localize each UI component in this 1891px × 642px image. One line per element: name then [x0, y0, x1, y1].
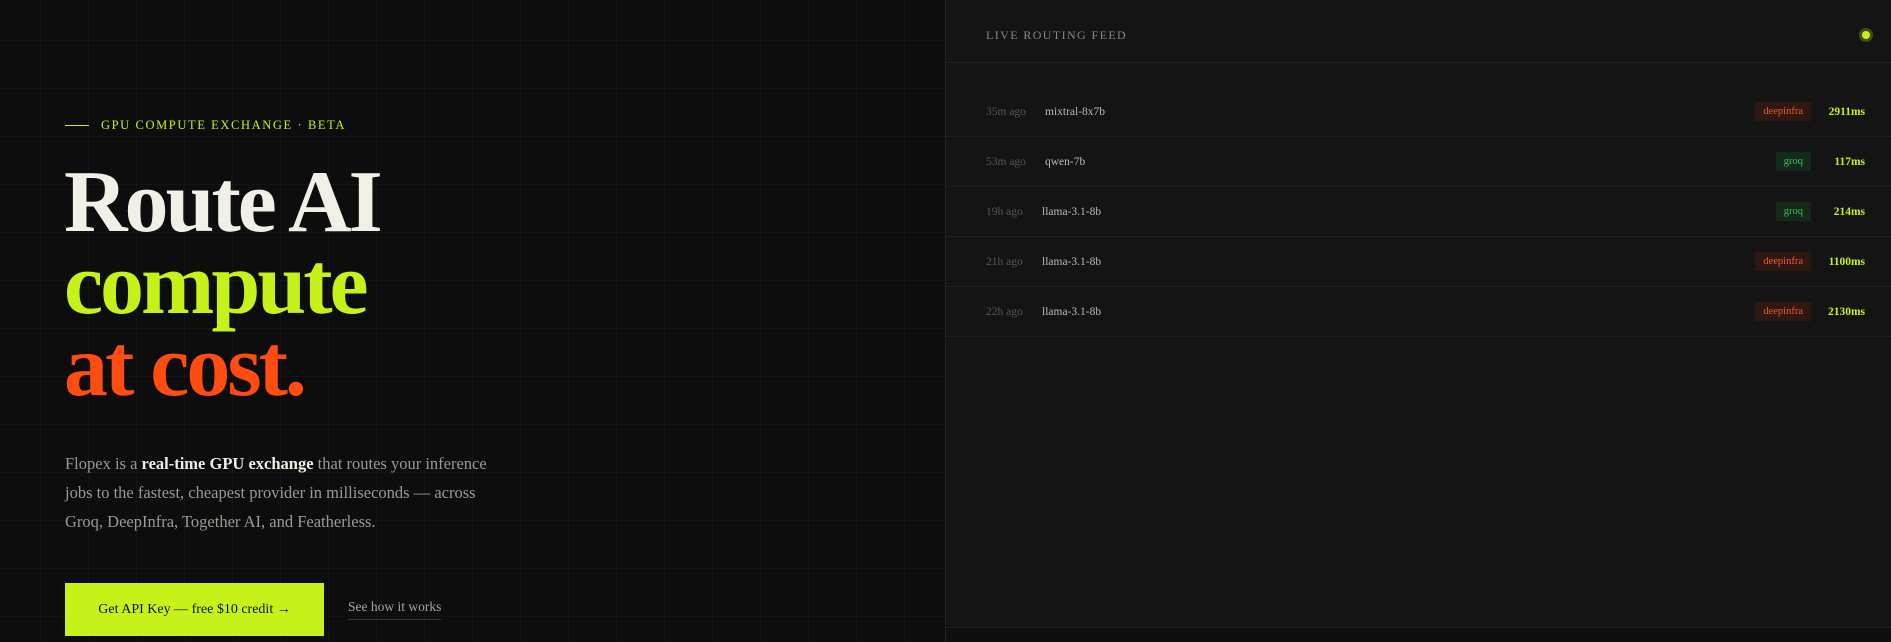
- hero-description: Flopex is a real-time GPU exchange that …: [65, 449, 505, 536]
- headline: Route AI compute at cost.: [64, 154, 383, 415]
- headline-line-1: Route AI: [64, 154, 383, 251]
- feed-row-latency: 1100ms: [1828, 255, 1865, 268]
- feed-row-time: 22h ago: [986, 305, 1023, 318]
- provider-badge: deepinfra: [1755, 252, 1811, 271]
- feed-row: 53m ago qwen-7b groq 117ms: [946, 137, 1891, 187]
- feed-row: 19h ago llama-3.1-8b groq 214ms: [946, 187, 1891, 237]
- feed-row-model: llama-3.1-8b: [1042, 205, 1102, 218]
- eyebrow-rule: [65, 125, 89, 126]
- feed-row-model: llama-3.1-8b: [1042, 305, 1102, 318]
- provider-badge: deepinfra: [1755, 102, 1811, 121]
- feed-row-model: qwen-7b: [1045, 155, 1086, 168]
- provider-badge: deepinfra: [1755, 302, 1811, 321]
- feed-row-time: 19h ago: [986, 205, 1023, 218]
- headline-line-3: at cost.: [64, 318, 307, 415]
- panel-footer-bar: [946, 627, 1891, 642]
- eyebrow-text: GPU COMPUTE EXCHANGE · BETA: [101, 118, 346, 132]
- desc-intro: Flopex is a: [65, 454, 142, 473]
- hero-section: GPU COMPUTE EXCHANGE · BETA Route AI com…: [0, 0, 945, 642]
- feed-row-latency: 214ms: [1833, 205, 1865, 218]
- see-how-it-works-link[interactable]: See how it works: [348, 599, 442, 620]
- headline-line-2: compute: [64, 236, 369, 333]
- feed-row-model: mixtral-8x7b: [1045, 105, 1106, 118]
- feed-title: LIVE ROUTING FEED: [986, 28, 1128, 42]
- get-api-key-button[interactable]: Get API Key — free $10 credit →: [65, 583, 324, 636]
- live-routing-feed-panel: LIVE ROUTING FEED 35m ago mixtral-8x7b d…: [945, 0, 1891, 642]
- feed-row-model: llama-3.1-8b: [1042, 255, 1102, 268]
- feed-list: 35m ago mixtral-8x7b deepinfra 2911ms 53…: [946, 87, 1891, 337]
- feed-row-time: 21h ago: [986, 255, 1023, 268]
- eyebrow: GPU COMPUTE EXCHANGE · BETA: [65, 118, 346, 133]
- provider-badge: groq: [1775, 202, 1811, 221]
- feed-row-latency: 2911ms: [1828, 105, 1865, 118]
- feed-row: 35m ago mixtral-8x7b deepinfra 2911ms: [946, 87, 1891, 137]
- feed-row-time: 53m ago: [986, 155, 1026, 168]
- provider-badge: groq: [1775, 152, 1811, 171]
- desc-highlight: real-time GPU exchange: [141, 454, 314, 473]
- feed-row-time: 35m ago: [986, 105, 1026, 118]
- live-indicator-icon: [1862, 31, 1870, 39]
- feed-row: 22h ago llama-3.1-8b deepinfra 2130ms: [946, 287, 1891, 337]
- feed-row-latency: 117ms: [1834, 155, 1865, 168]
- feed-row: 21h ago llama-3.1-8b deepinfra 1100ms: [946, 237, 1891, 287]
- feed-header: LIVE ROUTING FEED: [946, 0, 1891, 63]
- feed-row-latency: 2130ms: [1827, 305, 1865, 318]
